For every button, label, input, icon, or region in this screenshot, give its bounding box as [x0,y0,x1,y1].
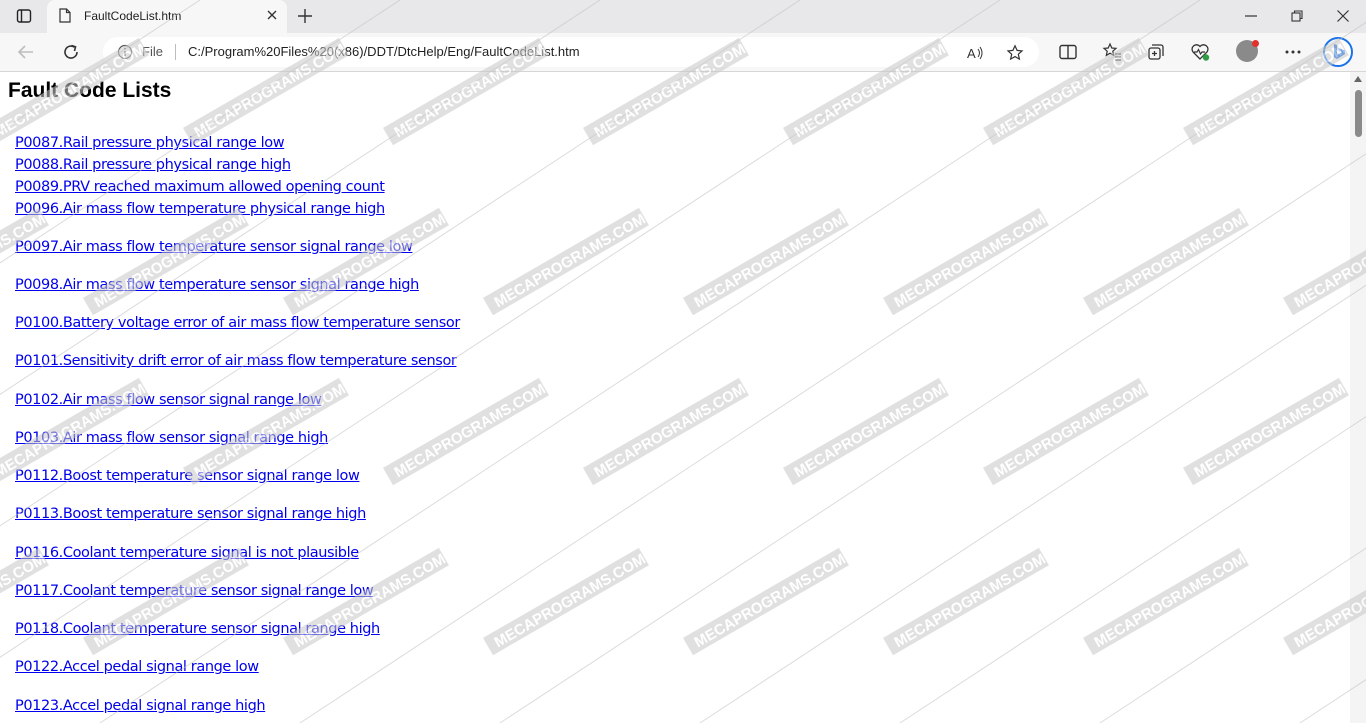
fault-code-link[interactable]: P0088.Rail pressure physical range high [15,157,291,173]
tab-title: FaultCodeList.htm [84,9,182,23]
list-item: P0123.Accel pedal signal range high [15,695,266,714]
list-item: P0103.Air mass flow sensor signal range … [15,427,328,446]
fault-code-link[interactable]: P0118.Coolant temperature sensor signal … [15,621,380,637]
svg-text:A: A [967,46,976,61]
vertical-scrollbar[interactable] [1350,72,1366,723]
list-item: P0102.Air mass flow sensor signal range … [15,389,322,408]
fault-code-link[interactable]: P0122.Accel pedal signal range low [15,659,259,675]
list-item: P0089.PRV reached maximum allowed openin… [15,176,385,195]
fault-code-link[interactable]: P0098.Air mass flow temperature sensor s… [15,277,419,293]
fault-code-link[interactable]: P0097.Air mass flow temperature sensor s… [15,239,413,255]
fault-code-link[interactable]: P0113.Boost temperature sensor signal ra… [15,506,366,522]
back-icon[interactable] [16,42,36,62]
list-item: P0096.Air mass flow temperature physical… [15,198,385,217]
bing-icon[interactable] [1323,37,1353,67]
scroll-up-icon[interactable] [1354,76,1362,82]
close-window-icon[interactable] [1336,9,1350,23]
fault-code-link[interactable]: P0102.Air mass flow sensor signal range … [15,392,322,408]
fault-code-link[interactable]: P0087.Rail pressure physical range low [15,135,285,151]
list-item: P0116.Coolant temperature signal is not … [15,542,359,561]
fault-code-link[interactable]: P0100.Battery voltage error of air mass … [15,315,460,331]
address-divider [175,44,176,60]
restore-icon[interactable] [1290,9,1304,23]
fault-code-link[interactable]: P0116.Coolant temperature signal is not … [15,545,359,561]
browser-toolbar: File C:/Program%20Files%20(x86)/DDT/DtcH… [0,33,1366,72]
list-item: P0100.Battery voltage error of air mass … [15,312,460,331]
list-item: P0112.Boost temperature sensor signal ra… [15,465,360,484]
fault-code-link[interactable]: P0117.Coolant temperature sensor signal … [15,583,374,599]
page-icon [59,8,71,23]
close-icon[interactable] [265,8,279,22]
read-aloud-icon[interactable]: A [966,44,984,62]
title-bar: FaultCodeList.htm [0,0,1366,33]
list-item: P0118.Coolant temperature sensor signal … [15,618,380,637]
fault-code-link[interactable]: P0101.Sensitivity drift error of air mas… [15,353,457,369]
fault-code-link[interactable]: P0089.PRV reached maximum allowed openin… [15,179,385,195]
page-content: Fault Code Lists P0087.Rail pressure phy… [0,72,1350,723]
page-title: Fault Code Lists [8,79,172,102]
tab-actions-icon[interactable] [16,8,32,24]
scheme-label: File [142,44,163,59]
more-icon[interactable] [1283,42,1303,62]
list-item: P0113.Boost temperature sensor signal ra… [15,503,366,522]
list-item: P0117.Coolant temperature sensor signal … [15,580,374,599]
list-item: P0087.Rail pressure physical range low [15,132,285,151]
info-icon[interactable] [117,44,133,60]
list-item: P0101.Sensitivity drift error of air mas… [15,350,457,369]
fault-code-link[interactable]: P0096.Air mass flow temperature physical… [15,201,385,217]
fault-code-link[interactable]: P0123.Accel pedal signal range high [15,698,266,714]
browser-tab[interactable]: FaultCodeList.htm [47,0,287,33]
list-item: P0097.Air mass flow temperature sensor s… [15,236,413,255]
url-text[interactable]: C:/Program%20Files%20(x86)/DDT/DtcHelp/E… [188,44,580,59]
refresh-icon[interactable] [61,42,81,62]
address-bar[interactable]: File C:/Program%20Files%20(x86)/DDT/DtcH… [103,37,1039,67]
collections-icon[interactable] [1146,42,1166,62]
split-screen-icon[interactable] [1058,42,1078,62]
notification-dot [1252,40,1259,47]
fault-code-link[interactable]: P0103.Air mass flow sensor signal range … [15,430,328,446]
plus-icon[interactable] [297,8,313,24]
list-item: P0088.Rail pressure physical range high [15,154,291,173]
scroll-thumb[interactable] [1355,90,1362,137]
star-icon[interactable] [1006,44,1024,62]
favorites-icon[interactable] [1102,42,1122,62]
list-item: P0122.Accel pedal signal range low [15,656,259,675]
fault-code-link[interactable]: P0112.Boost temperature sensor signal ra… [15,468,360,484]
minimize-icon[interactable] [1244,9,1258,23]
list-item: P0098.Air mass flow temperature sensor s… [15,274,419,293]
browser-essentials-icon[interactable] [1190,42,1210,62]
